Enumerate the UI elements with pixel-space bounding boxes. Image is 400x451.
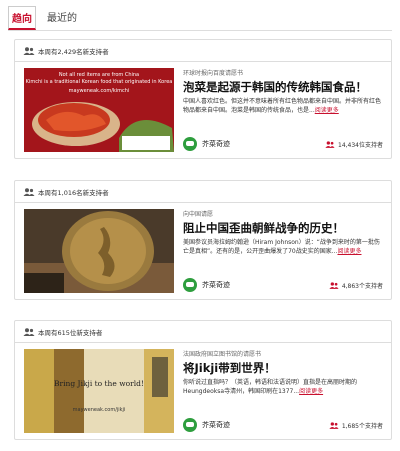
petition-card[interactable]: 本周有615位新支持者 Bring Jikji to the world! ma… xyxy=(14,320,392,440)
petition-description: 中国人喜欢红色。但这并不意味着所有红色物品都来自中国。并非所有红色物品都来自中国… xyxy=(183,98,382,114)
petition-target: 法国政府国立图书馆的请愿书 xyxy=(183,351,262,358)
kimchi-image[interactable]: Not all red items are from China Kimchi … xyxy=(24,68,174,152)
org-icon xyxy=(183,418,197,432)
petition-title[interactable]: 阻止中国歪曲朝鲜战争的历史！ xyxy=(183,220,383,236)
people-icon xyxy=(325,140,335,148)
petition-title[interactable]: 泡菜是起源于韩国的传统韩国食品！ xyxy=(183,79,383,95)
org-icon xyxy=(183,137,197,151)
organizer-name: 芥菜奇迹 xyxy=(202,421,230,429)
tab-recent[interactable]: 最近的 xyxy=(44,6,80,30)
image-caption: Bring Jikji to the world! xyxy=(54,379,144,388)
organizer[interactable]: 芥菜奇迹 xyxy=(183,137,230,151)
card-footer: 芥菜奇迹 14,434位支持者 xyxy=(183,136,383,152)
people-icon xyxy=(23,46,35,55)
medal-image[interactable] xyxy=(24,209,174,293)
read-more-link[interactable]: 阅读更多 xyxy=(337,248,361,255)
org-icon xyxy=(183,278,197,292)
tab-divider xyxy=(8,30,392,31)
petition-card[interactable]: 本周有2,429名新支持者 Not all red items are from… xyxy=(14,39,392,159)
jikji-image[interactable]: Bring Jikji to the world! mayweneak.com/… xyxy=(24,349,174,433)
petition-target: 向中国请愿 xyxy=(183,211,214,218)
card-header: 本周有615位新支持者 xyxy=(15,321,391,343)
supporter-count: 1,685个支持者 xyxy=(329,421,383,430)
card-footer: 芥菜奇迹 1,685个支持者 xyxy=(183,417,383,433)
read-more-link[interactable]: 阅读更多 xyxy=(299,388,323,395)
supporter-count: 4,863个支持者 xyxy=(329,281,383,290)
card-header: 本周有1,016名新支持者 xyxy=(15,181,391,203)
new-supporters-text: 本周有1,016名新支持者 xyxy=(38,188,109,197)
read-more-link[interactable]: 阅读更多 xyxy=(315,107,339,114)
supporter-count: 14,434位支持者 xyxy=(325,140,383,149)
petition-description: 美国参议员海拉姆约翰逊（Hiram Johnson）说：“战争到来时的第一批伤亡… xyxy=(183,239,380,255)
petition-card[interactable]: 本周有1,016名新支持者 向中国请愿 阻止中国歪曲朝鲜战争的历史！ 美国参议员… xyxy=(14,180,392,300)
petition-title[interactable]: 将Jikji带到世界！ xyxy=(183,360,383,376)
card-header: 本周有2,429名新支持者 xyxy=(15,40,391,62)
image-caption: mayweneak.com/jikji xyxy=(72,407,126,413)
petition-description: 你听说过直指吗？（英语，韩语和法语说明）直指是在高丽时期的Heungdeoksa… xyxy=(183,379,358,395)
image-caption: Not all red items are from China xyxy=(58,72,140,78)
people-icon xyxy=(23,327,35,336)
new-supporters-text: 本周有615位新支持者 xyxy=(38,328,103,337)
image-caption: Kimchi is a traditional Korean food that… xyxy=(25,79,173,85)
people-icon xyxy=(329,281,339,289)
people-icon xyxy=(23,187,35,196)
organizer-name: 芥菜奇迹 xyxy=(202,281,230,289)
card-footer: 芥菜奇迹 4,863个支持者 xyxy=(183,277,383,293)
people-icon xyxy=(329,421,339,429)
petition-target: 环球时报向百度请愿书 xyxy=(183,70,244,77)
organizer[interactable]: 芥菜奇迹 xyxy=(183,418,230,432)
tab-trending[interactable]: 趋向 xyxy=(8,6,36,30)
organizer[interactable]: 芥菜奇迹 xyxy=(183,278,230,292)
new-supporters-text: 本周有2,429名新支持者 xyxy=(38,47,109,56)
tab-bar: 趋向 最近的 xyxy=(8,6,80,30)
image-caption: mayweneak.com/kimchi xyxy=(68,88,130,94)
organizer-name: 芥菜奇迹 xyxy=(202,140,230,148)
